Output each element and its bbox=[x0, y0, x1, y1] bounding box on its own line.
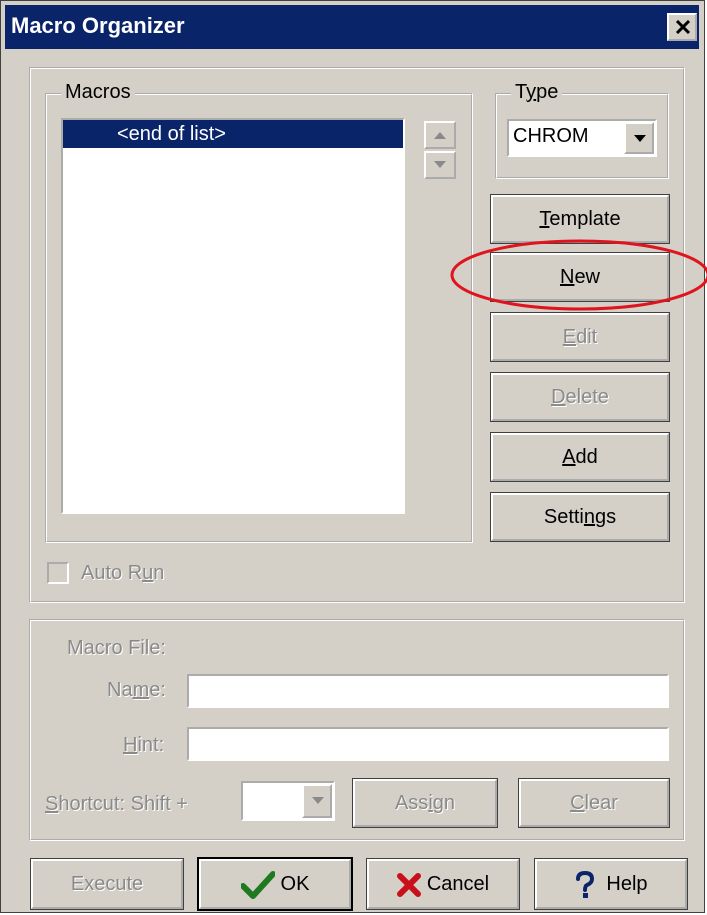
macro-file-heading: Macro File: bbox=[67, 637, 166, 659]
help-question-icon bbox=[576, 870, 595, 898]
list-item[interactable]: <end of list> bbox=[63, 120, 403, 148]
chevron-down-icon bbox=[312, 797, 324, 804]
type-select-dropdown-button[interactable] bbox=[624, 122, 654, 154]
new-button-label: New bbox=[559, 266, 601, 288]
template-button-label: Template bbox=[539, 208, 621, 230]
macro-organizer-dialog: Macro Organizer Macros <end of list> Typ… bbox=[0, 0, 707, 913]
type-group-label: Type bbox=[511, 81, 563, 104]
auto-run-label: Auto Run bbox=[81, 562, 165, 584]
add-button[interactable]: Add bbox=[490, 432, 670, 482]
shortcut-select-dropdown-button[interactable] bbox=[302, 784, 332, 818]
clear-button[interactable]: Clear bbox=[518, 778, 670, 828]
close-button[interactable] bbox=[667, 13, 697, 41]
clear-button-label: Clear bbox=[570, 792, 618, 814]
window-title: Macro Organizer bbox=[11, 13, 185, 38]
assign-button[interactable]: Assign bbox=[352, 778, 498, 828]
settings-button[interactable]: Settings bbox=[490, 492, 670, 542]
delete-button-label: Delete bbox=[551, 386, 609, 408]
macros-listbox[interactable]: <end of list> bbox=[61, 118, 405, 514]
close-icon bbox=[675, 20, 691, 34]
arrow-up-icon bbox=[434, 132, 446, 139]
template-button[interactable]: Template bbox=[490, 194, 670, 244]
cancel-button[interactable]: Cancel bbox=[366, 858, 520, 910]
chevron-down-icon bbox=[634, 135, 646, 142]
help-button-label: Help bbox=[606, 873, 648, 895]
add-button-label: Add bbox=[562, 446, 598, 468]
type-select-value: CHROM bbox=[513, 125, 589, 147]
assign-button-label: Assign bbox=[394, 792, 456, 814]
checkmark-icon bbox=[239, 870, 276, 899]
new-button[interactable]: New bbox=[490, 252, 670, 302]
settings-button-label: Settings bbox=[543, 506, 617, 528]
cancel-x-icon bbox=[396, 872, 421, 897]
shortcut-label: Shortcut: Shift + bbox=[45, 793, 188, 815]
shortcut-select[interactable] bbox=[241, 781, 335, 821]
auto-run-checkbox[interactable] bbox=[47, 562, 69, 584]
hint-label: Hint: bbox=[123, 734, 165, 756]
hint-field[interactable] bbox=[187, 727, 669, 761]
title-bar[interactable]: Macro Organizer bbox=[5, 5, 699, 49]
execute-button[interactable]: Execute bbox=[30, 858, 184, 910]
move-down-button[interactable] bbox=[424, 151, 456, 179]
delete-button[interactable]: Delete bbox=[490, 372, 670, 422]
ok-button[interactable]: OK bbox=[197, 857, 353, 911]
move-up-button[interactable] bbox=[424, 121, 456, 149]
name-field[interactable] bbox=[187, 674, 669, 708]
name-label: Name: bbox=[107, 679, 166, 701]
type-select[interactable]: CHROM bbox=[507, 119, 657, 157]
ok-button-label: OK bbox=[280, 873, 310, 895]
edit-button[interactable]: Edit bbox=[490, 312, 670, 362]
macros-group-label: Macros bbox=[61, 81, 135, 104]
help-button[interactable]: Help bbox=[534, 858, 688, 910]
edit-button-label: Edit bbox=[562, 326, 598, 348]
cancel-button-label: Cancel bbox=[426, 873, 490, 895]
arrow-down-icon bbox=[434, 161, 446, 168]
execute-button-label: Execute bbox=[70, 873, 144, 895]
